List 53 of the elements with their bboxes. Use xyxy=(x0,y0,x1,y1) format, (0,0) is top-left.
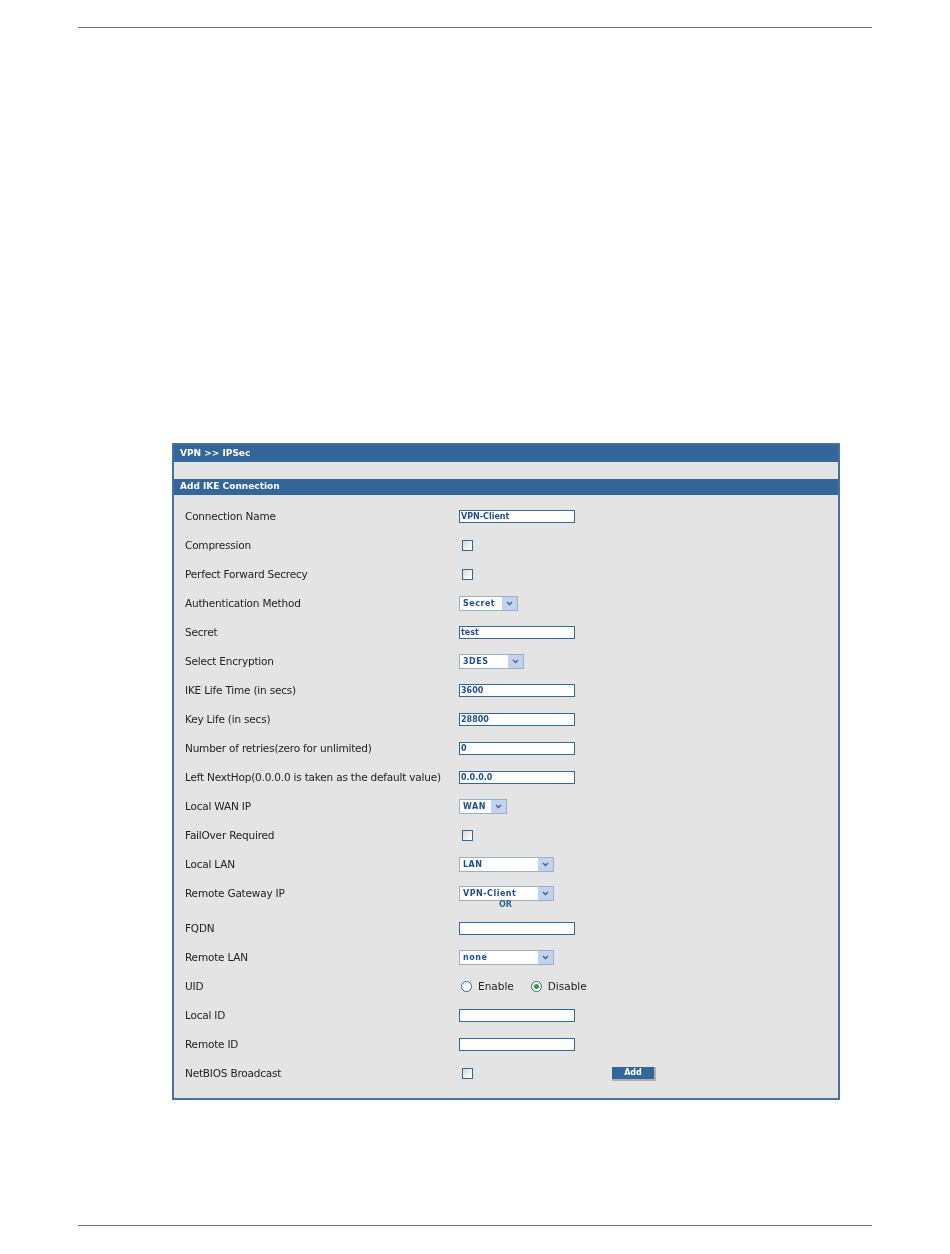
field-label: Compression xyxy=(185,537,251,553)
field-label: Number of retries(zero for unlimited) xyxy=(185,740,372,756)
field-label: Remote LAN xyxy=(185,949,248,965)
radio-button[interactable] xyxy=(530,981,542,992)
checkbox[interactable] xyxy=(462,830,473,841)
field-label: Left NextHop(0.0.0.0 is taken as the default value) xyxy=(185,769,441,785)
input-field[interactable]: 0 xyxy=(459,742,575,755)
field-label: Perfect Forward Secrecy xyxy=(185,566,308,582)
field-label: Secret xyxy=(185,624,218,640)
field-label: Local WAN IP xyxy=(185,798,251,814)
input-field[interactable] xyxy=(459,922,575,935)
caret-icon xyxy=(491,800,506,813)
dropdown[interactable]: none xyxy=(459,950,554,965)
caret-icon xyxy=(508,655,523,668)
dropdown[interactable]: 3DES xyxy=(459,654,524,669)
field-label: Remote ID xyxy=(185,1036,239,1052)
caret-icon xyxy=(538,951,553,964)
section-title: Add IKE Connection xyxy=(180,480,280,494)
field-label: Key Life (in secs) xyxy=(185,711,271,727)
or-note: OR xyxy=(499,899,513,911)
breadcrumb: VPN >> IPSec xyxy=(180,446,251,460)
input-field[interactable]: VPN-Client xyxy=(459,510,575,523)
input-field[interactable] xyxy=(459,1038,575,1051)
field-label: Connection Name xyxy=(185,508,276,524)
dropdown[interactable]: Secret xyxy=(459,596,518,611)
input-field[interactable] xyxy=(459,1009,575,1022)
input-field[interactable]: 3600 xyxy=(459,684,575,697)
radio-button[interactable] xyxy=(461,981,472,992)
checkbox[interactable] xyxy=(462,540,473,551)
add-button[interactable]: Add xyxy=(612,1067,656,1081)
caret-icon xyxy=(538,887,553,900)
dropdown[interactable]: LAN xyxy=(459,857,554,872)
field-label: Select Encryption xyxy=(185,653,274,669)
input-field[interactable]: 0.0.0.0 xyxy=(459,771,575,784)
caret-icon xyxy=(538,858,553,871)
input-field[interactable]: 28800 xyxy=(459,713,575,726)
caret-icon xyxy=(502,597,517,610)
field-label: Authentication Method xyxy=(185,595,301,611)
input-field[interactable]: test xyxy=(459,626,575,639)
field-label: UID xyxy=(185,978,204,994)
field-label: FQDN xyxy=(185,920,215,936)
field-label: Remote Gateway IP xyxy=(185,885,285,901)
field-label: IKE Life Time (in secs) xyxy=(185,682,296,698)
dropdown[interactable]: VPN-Client xyxy=(459,886,554,901)
field-label: NetBIOS Broadcast xyxy=(185,1065,282,1081)
radio-label: Enable xyxy=(478,978,514,994)
field-label: Local LAN xyxy=(185,856,235,872)
radio-label: Disable xyxy=(547,978,587,994)
dropdown[interactable]: WAN xyxy=(459,799,507,814)
field-label: FailOver Required xyxy=(185,827,275,843)
checkbox[interactable] xyxy=(462,569,473,580)
field-label: Local ID xyxy=(185,1007,226,1023)
checkbox[interactable] xyxy=(462,1068,473,1079)
